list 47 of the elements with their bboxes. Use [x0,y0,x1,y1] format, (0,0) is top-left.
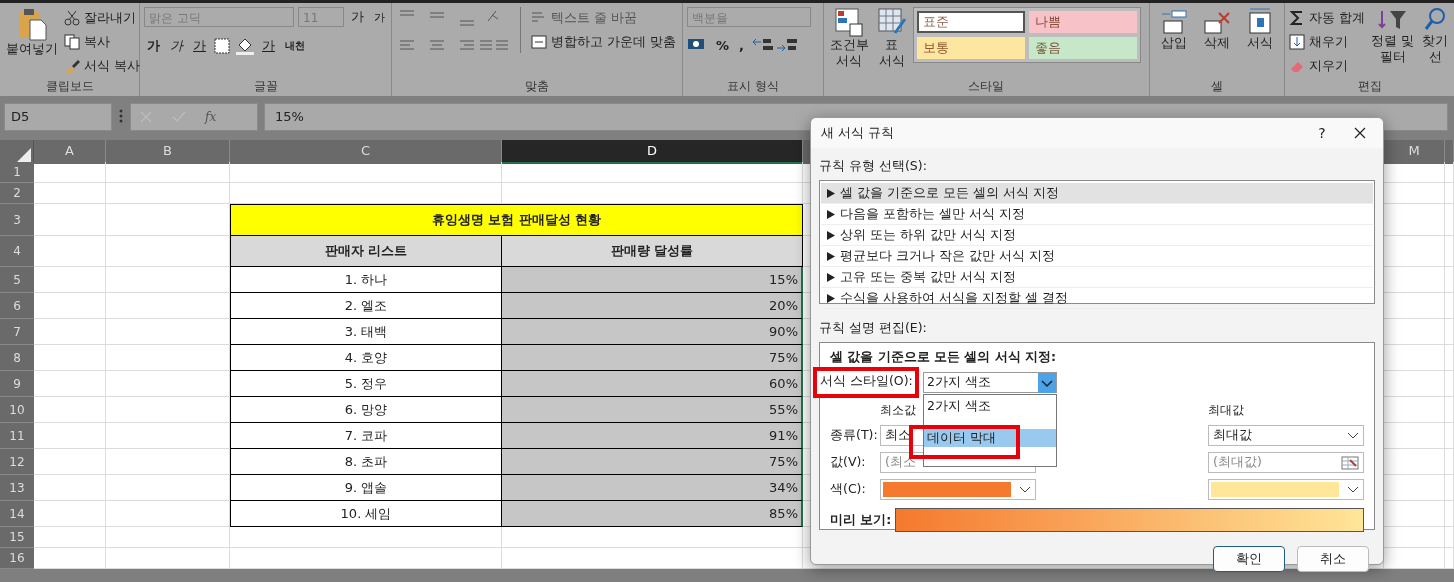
table-cell: 6. 망양 [230,397,502,423]
table-cell: 60% [502,371,803,397]
rule-type-text: 평균보다 크거나 작은 값만 서식 지정 [840,247,1055,265]
color-label: 색(C): [830,481,867,498]
dialog-title: 새 서식 규칙 [821,124,895,142]
group-label: 클립보드 [44,78,95,95]
table-cell: 20% [502,293,803,319]
table-cell: 3. 태백 [230,319,502,345]
preview-label: 미리 보기: [830,511,892,529]
section-label: 규칙 설명 편집(E): [819,320,928,337]
table-cell: 10. 세임 [230,501,502,527]
group-label: 표시 형식 [726,78,780,95]
table-cell: 7. 코파 [230,423,502,449]
group-label: 스타일 [967,78,1006,95]
table-cell: 75% [502,449,803,475]
rule-type-text: 셀 값을 기준으로 모든 셀의 서식 지정 [840,184,1059,202]
table-cell: 4. 호양 [230,345,502,371]
column-heading: 판매량 달성률 [502,236,803,267]
table-cell: 90% [502,319,803,345]
table-cell: 55% [502,397,803,423]
table-cell: 8. 초파 [230,449,502,475]
panel-heading: 셀 값을 기준으로 모든 셀의 서식 지정: [830,349,1058,365]
table-cell: 34% [502,475,803,501]
type-label: 종류(T): [830,427,879,444]
rule-type-text: 상위 또는 하위 값만 서식 지정 [840,226,1016,244]
format-style-label: 서식 스타일(O): [820,373,913,388]
table-cell: 9. 앱솔 [230,475,502,501]
rule-type-text: 다음을 포함하는 셀만 서식 지정 [840,205,1025,223]
table-cell: 2. 엘조 [230,293,502,319]
group-label: 맞춤 [523,78,550,95]
table-cell: 75% [502,345,803,371]
group-label: 글꼴 [252,78,279,95]
table-cell: 91% [502,423,803,449]
column-heading: 판매자 리스트 [230,236,502,267]
table-cell: 15% [502,267,803,293]
table-cell: 5. 정우 [230,371,502,397]
section-label: 규칙 유형 선택(S): [819,158,928,175]
table-cell: 85% [502,501,803,527]
table-title: 휴잉생명 보험 판매달성 현황 [230,204,803,236]
min-heading: 최소값 [880,402,916,419]
group-label: 셀 [1210,78,1224,95]
group-label: 편집 [1356,78,1383,95]
value-label: 값(V): [830,454,867,471]
rule-type-text: 고유 또는 중복 값만 서식 지정 [840,268,1016,286]
max-heading: 최대값 [1208,402,1244,419]
rule-type-text: 수식을 사용하여 서식을 지정할 셀 결정 [840,289,1068,307]
table-cell: 1. 하나 [230,267,502,293]
